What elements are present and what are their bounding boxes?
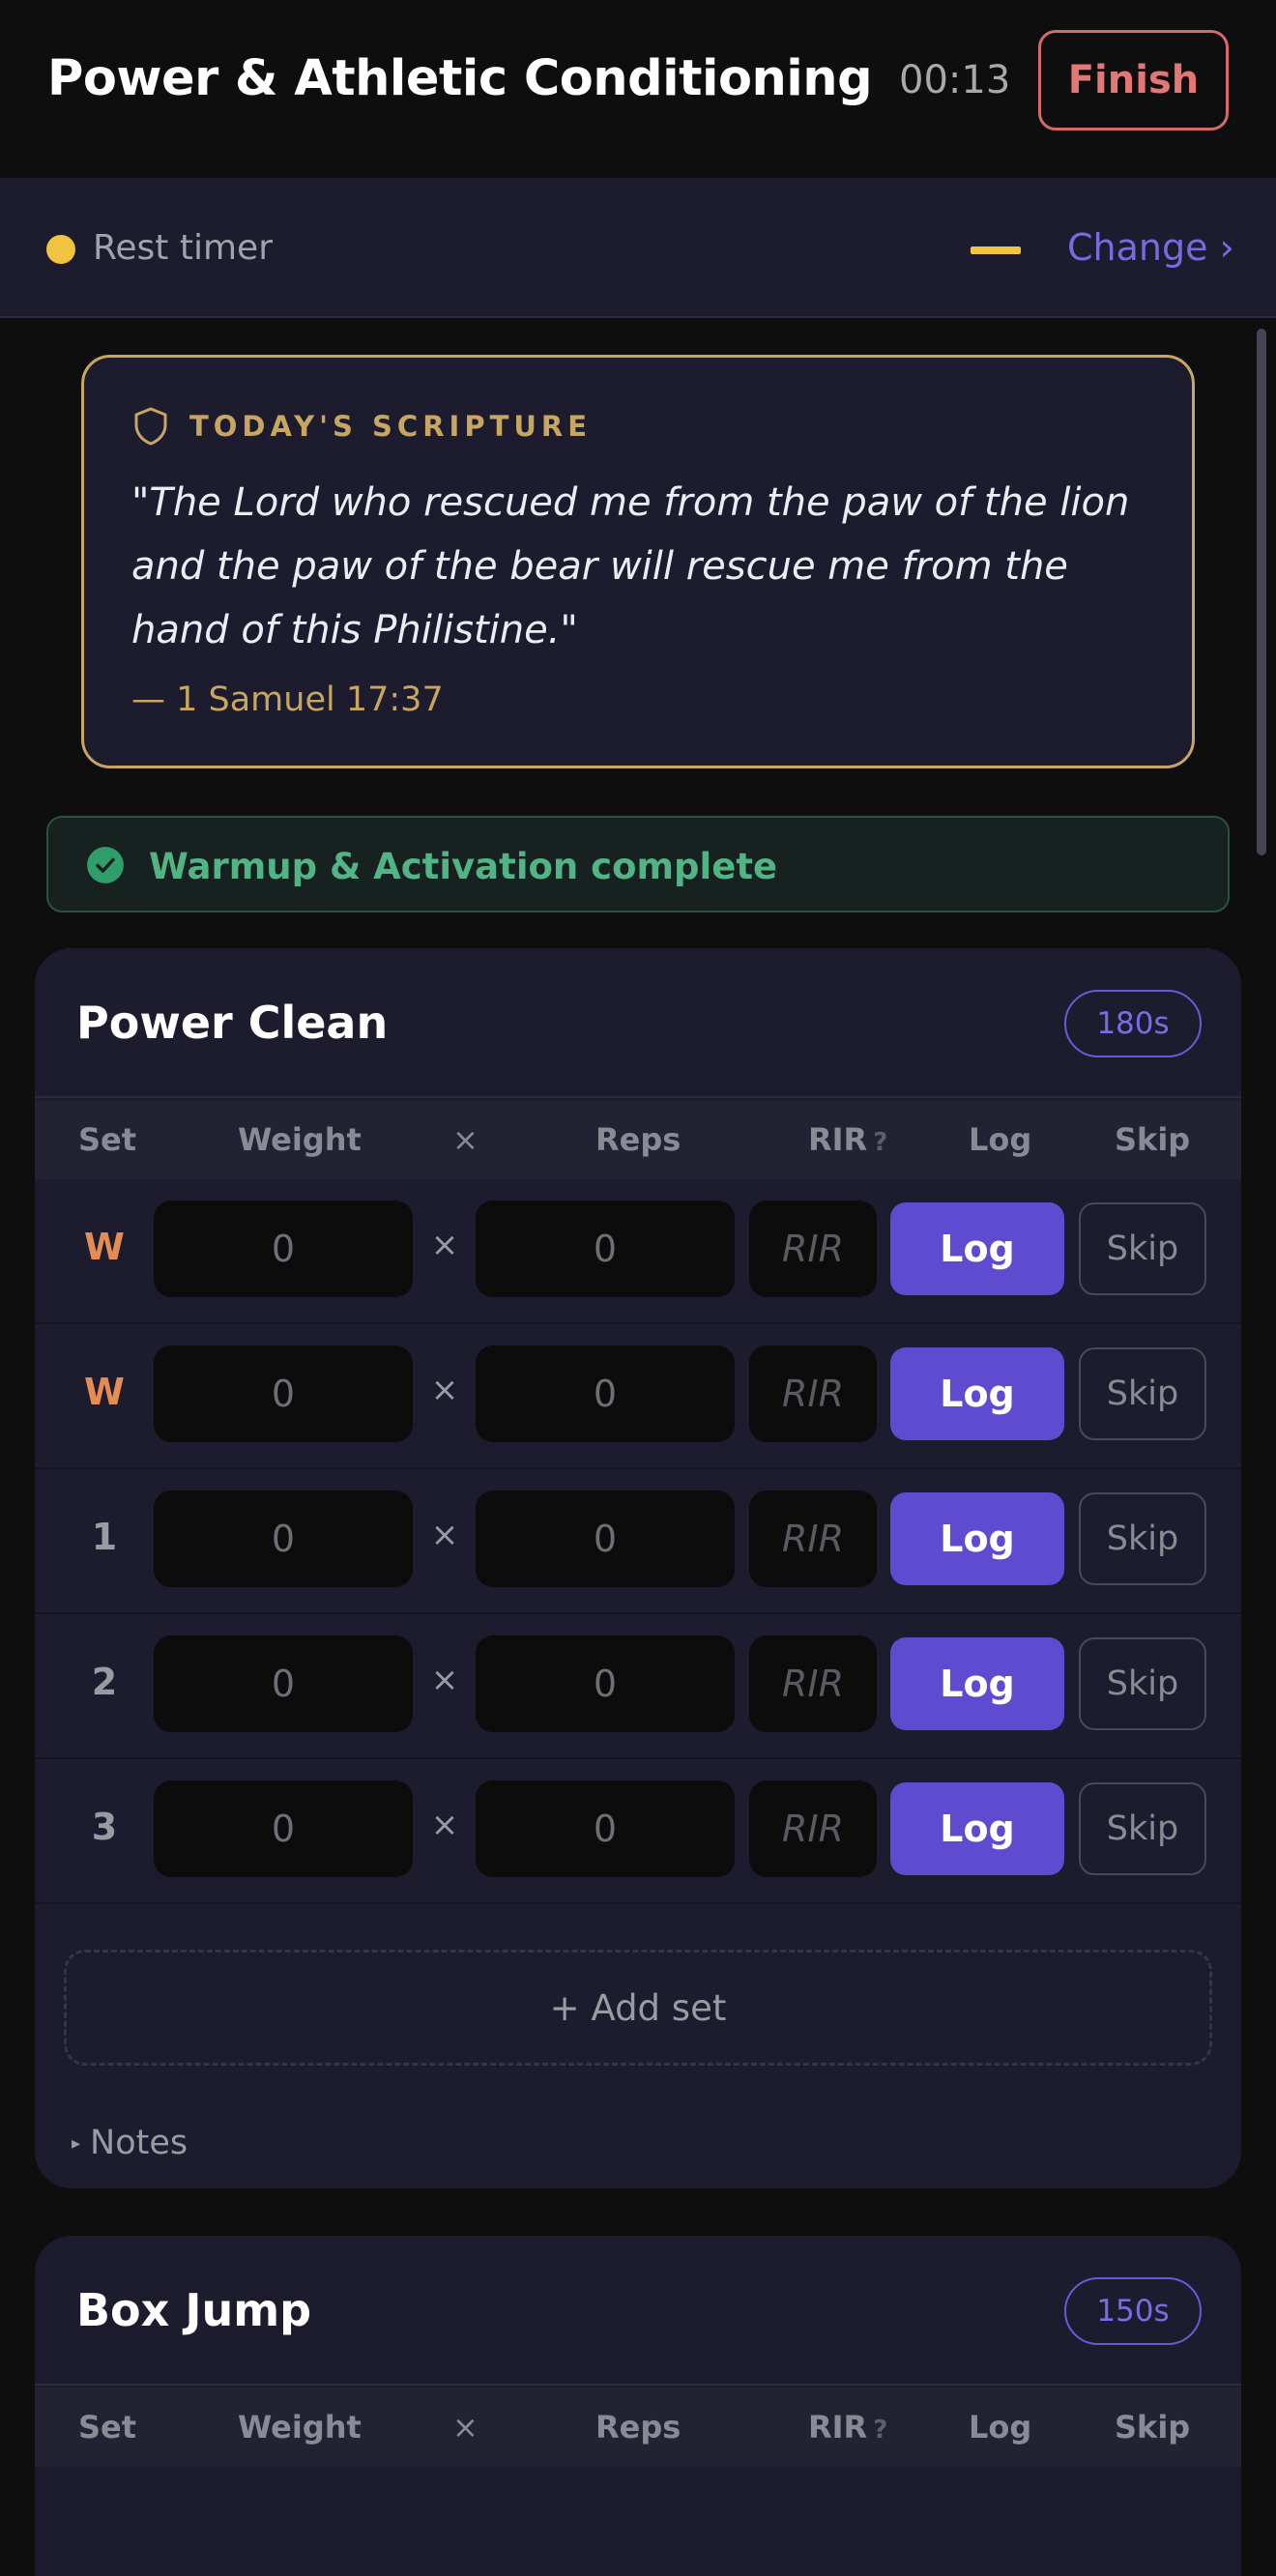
weight-input[interactable]: 0 xyxy=(154,1635,413,1732)
reps-input[interactable]: 0 xyxy=(476,1346,735,1442)
col-log: Log xyxy=(969,1121,1032,1158)
col-skip: Skip xyxy=(1115,1121,1191,1158)
col-times: × xyxy=(452,1121,478,1158)
notes-label: Notes xyxy=(90,2124,188,2162)
top-bar: Power & Athletic Conditioning 00:13 Fini… xyxy=(0,0,1276,178)
check-circle-icon xyxy=(87,847,124,883)
times-symbol: × xyxy=(430,1806,459,1844)
col-set: Set xyxy=(78,2409,137,2446)
exercise-card-box-jump: Box Jump 150s Set Weight × Reps RIR? Log… xyxy=(35,2236,1241,2576)
times-symbol: × xyxy=(430,1661,459,1699)
col-rir: RIR? xyxy=(808,2409,887,2446)
exercise-card-power-clean: Power Clean 180s Set Weight × Reps RIR? … xyxy=(35,948,1241,2188)
skip-button[interactable]: Skip xyxy=(1079,1202,1206,1295)
rest-timer-label: Rest timer xyxy=(93,228,273,268)
exercise-header: Power Clean 180s xyxy=(35,948,1241,1098)
weight-input[interactable]: 0 xyxy=(154,1346,413,1442)
rir-help-icon[interactable]: ? xyxy=(873,1128,887,1157)
skip-button[interactable]: Skip xyxy=(1079,1782,1206,1875)
scripture-card: TODAY'S SCRIPTURE "The Lord who rescued … xyxy=(81,355,1195,768)
scripture-header: TODAY'S SCRIPTURE xyxy=(131,406,592,447)
finish-button[interactable]: Finish xyxy=(1038,30,1229,130)
log-button[interactable]: Log xyxy=(890,1202,1064,1295)
times-symbol: × xyxy=(430,1371,459,1409)
rest-timer-value-dash xyxy=(971,246,1021,254)
col-rir-label: RIR xyxy=(808,2409,868,2446)
exercise-header: Box Jump 150s xyxy=(35,2236,1241,2386)
col-log: Log xyxy=(969,2409,1032,2446)
skip-button[interactable]: Skip xyxy=(1079,1492,1206,1585)
exercise-name: Box Jump xyxy=(76,2284,312,2336)
warmup-complete-banner: Warmup & Activation complete xyxy=(46,816,1230,912)
set-row: 3 0 × 0 RIR Log Skip xyxy=(35,1759,1241,1904)
reps-input[interactable]: 0 xyxy=(476,1201,735,1297)
times-symbol: × xyxy=(430,1226,459,1264)
rest-duration-pill[interactable]: 150s xyxy=(1064,2277,1202,2345)
col-weight: Weight xyxy=(238,1121,362,1158)
reps-input[interactable]: 0 xyxy=(476,1491,735,1587)
warmup-label: Warmup & Activation complete xyxy=(149,846,778,887)
col-rir: RIR? xyxy=(808,1121,887,1158)
col-weight: Weight xyxy=(238,2409,362,2446)
scripture-reference: — 1 Samuel 17:37 xyxy=(131,680,444,719)
rir-input[interactable]: RIR xyxy=(749,1201,877,1297)
triangle-right-icon: ▸ xyxy=(72,2132,81,2154)
set-table-header: Set Weight × Reps RIR? Log Skip xyxy=(35,2388,1241,2467)
col-skip: Skip xyxy=(1115,2409,1191,2446)
rest-timer-bar: Rest timer Change › xyxy=(0,178,1276,318)
col-rir-label: RIR xyxy=(808,1121,868,1158)
add-set-button[interactable]: + Add set xyxy=(64,1950,1212,2066)
reps-input[interactable]: 0 xyxy=(476,1780,735,1877)
weight-input[interactable]: 0 xyxy=(154,1201,413,1297)
scripture-heading: TODAY'S SCRIPTURE xyxy=(189,410,593,443)
rir-input[interactable]: RIR xyxy=(749,1780,877,1877)
set-row: 1 0 × 0 RIR Log Skip xyxy=(35,1469,1241,1614)
rir-help-icon[interactable]: ? xyxy=(873,2416,887,2445)
col-reps: Reps xyxy=(595,1121,682,1158)
weight-input[interactable]: 0 xyxy=(154,1491,413,1587)
scrollbar[interactable] xyxy=(1257,329,1266,855)
workout-title: Power & Athletic Conditioning xyxy=(47,50,873,107)
log-button[interactable]: Log xyxy=(890,1637,1064,1730)
log-button[interactable]: Log xyxy=(890,1782,1064,1875)
col-set: Set xyxy=(78,1121,137,1158)
col-times: × xyxy=(452,2409,478,2446)
rest-timer-dot-icon xyxy=(46,235,75,264)
elapsed-time: 00:13 xyxy=(899,58,1011,102)
change-rest-link[interactable]: Change › xyxy=(1067,226,1234,269)
set-row: W 0 × 0 RIR Log Skip xyxy=(35,1324,1241,1469)
shield-icon xyxy=(134,407,167,446)
rir-input[interactable]: RIR xyxy=(749,1346,877,1442)
weight-input[interactable]: 0 xyxy=(154,1780,413,1877)
notes-toggle[interactable]: ▸ Notes xyxy=(72,2124,188,2162)
rir-input[interactable]: RIR xyxy=(749,1635,877,1732)
rest-duration-pill[interactable]: 180s xyxy=(1064,990,1202,1057)
exercise-name: Power Clean xyxy=(76,997,389,1049)
col-reps: Reps xyxy=(595,2409,682,2446)
log-button[interactable]: Log xyxy=(890,1347,1064,1440)
rir-input[interactable]: RIR xyxy=(749,1491,877,1587)
set-table-header: Set Weight × Reps RIR? Log Skip xyxy=(35,1100,1241,1179)
scripture-quote: "The Lord who rescued me from the paw of… xyxy=(131,480,1130,652)
skip-button[interactable]: Skip xyxy=(1079,1347,1206,1440)
times-symbol: × xyxy=(430,1516,459,1554)
reps-input[interactable]: 0 xyxy=(476,1635,735,1732)
set-row: 2 0 × 0 RIR Log Skip xyxy=(35,1614,1241,1759)
log-button[interactable]: Log xyxy=(890,1492,1064,1585)
set-row: W 0 × 0 RIR Log Skip xyxy=(35,1179,1241,1324)
skip-button[interactable]: Skip xyxy=(1079,1637,1206,1730)
